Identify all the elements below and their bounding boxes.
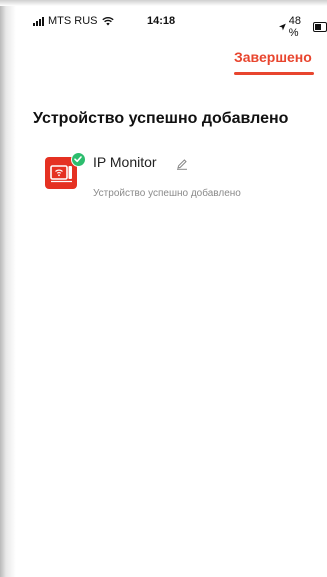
device-status-text: Устройство успешно добавлено <box>93 188 241 199</box>
device-frame: MTS RUS 14:18 48 % Завершено Устройство … <box>0 0 327 577</box>
done-button[interactable]: Завершено <box>234 49 312 65</box>
pencil-icon[interactable] <box>176 158 188 170</box>
device-name: IP Monitor <box>93 154 157 170</box>
done-underline <box>234 72 314 75</box>
frame-edge <box>0 0 16 577</box>
battery-percent: 48 % <box>288 15 302 39</box>
app-screen: MTS RUS 14:18 48 % Завершено Устройство … <box>22 10 327 577</box>
check-badge-icon <box>71 152 86 167</box>
status-bar-right: 48 % <box>279 15 327 39</box>
frame-top-edge <box>0 0 327 6</box>
device-list-item: IP Monitor Устройство успешно добавлено <box>42 150 322 200</box>
status-time: 14:18 <box>147 15 176 27</box>
status-bar-left: MTS RUS <box>33 15 114 27</box>
carrier-label: MTS RUS <box>48 15 98 27</box>
status-bar: MTS RUS 14:18 48 % <box>22 10 327 39</box>
signal-icon <box>33 16 44 26</box>
location-arrow-icon <box>279 23 286 31</box>
page-title: Устройство успешно добавлено <box>33 110 289 127</box>
battery-icon <box>313 22 327 32</box>
wifi-icon <box>101 16 114 26</box>
